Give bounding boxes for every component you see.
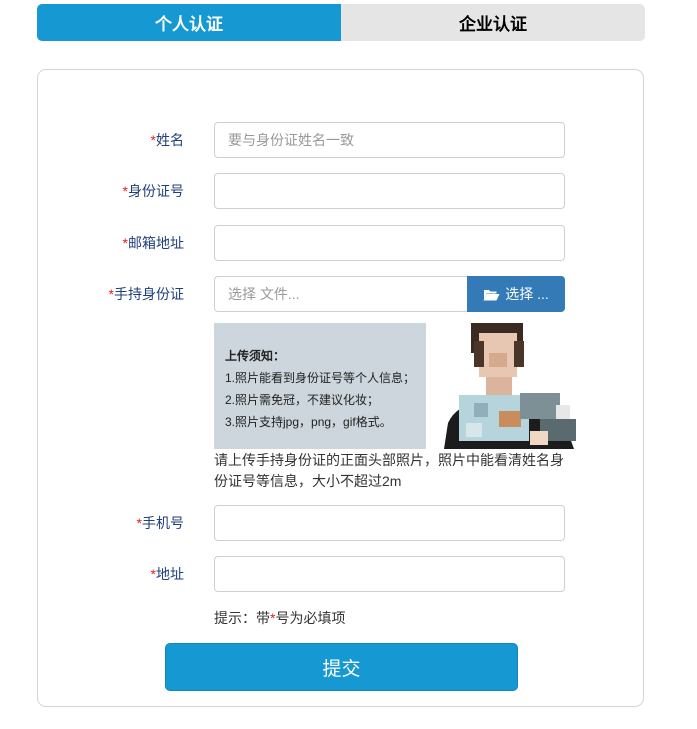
address-label: *地址 (151, 556, 184, 592)
photo-help-text: 请上传手持身份证的正面头部照片，照片中能看清姓名身份证号等信息，大小不超过2m (214, 452, 564, 489)
address-row: *地址 (38, 556, 643, 592)
sample-id-photo (444, 323, 576, 449)
phone-label: *手机号 (137, 505, 184, 541)
folder-open-icon (483, 289, 500, 300)
file-name-display[interactable]: 选择 文件... (214, 276, 467, 312)
id-number-label: *身份证号 (123, 173, 184, 209)
phone-label-text: 手机号 (142, 515, 184, 531)
address-label-text: 地址 (156, 566, 184, 582)
upload-notice: 上传须知： 1.照片能看到身份证号等个人信息； 2.照片需免冠，不建议化妆； 3… (214, 323, 426, 449)
auth-type-tabs: 个人认证 企业认证 (37, 4, 645, 41)
id-number-row: *身份证号 (38, 173, 643, 209)
upload-notice-line: 1.照片能看到身份证号等个人信息； (225, 371, 416, 385)
id-photo-row: *手持身份证 选择 文件... 选择 ... (38, 276, 643, 312)
email-label: *邮箱地址 (123, 225, 184, 261)
id-number-label-text: 身份证号 (128, 183, 184, 199)
required-hint: 提示：带*号为必填项 (214, 608, 345, 628)
choose-file-button[interactable]: 选择 ... (467, 276, 565, 312)
tab-personal[interactable]: 个人认证 (37, 4, 341, 41)
phone-row: *手机号 (38, 505, 643, 541)
email-input[interactable] (214, 225, 565, 261)
name-label-text: 姓名 (156, 132, 184, 148)
upload-notice-line: 3.照片支持jpg，png，gif格式。 (225, 415, 392, 429)
upload-notice-line: 2.照片需免冠，不建议化妆； (225, 393, 380, 407)
id-photo-label: *手持身份证 (109, 276, 184, 312)
tab-enterprise[interactable]: 企业认证 (341, 4, 645, 41)
email-label-text: 邮箱地址 (128, 235, 184, 251)
id-number-input[interactable] (214, 173, 565, 209)
hint-suffix: 号为必填项 (275, 610, 346, 626)
phone-input[interactable] (214, 505, 565, 541)
hint-prefix: 提示：带 (214, 610, 270, 626)
upload-notice-title: 上传须知： (225, 349, 286, 363)
choose-file-label: 选择 ... (505, 286, 549, 302)
verification-form: *姓名 *身份证号 *邮箱地址 *手持身份证 选择 文件... 选择 ... 上… (37, 69, 644, 707)
submit-button[interactable]: 提交 (165, 643, 518, 691)
address-input[interactable] (214, 556, 565, 592)
name-label: *姓名 (151, 122, 184, 158)
name-row: *姓名 (38, 122, 643, 158)
email-row: *邮箱地址 (38, 225, 643, 261)
name-input[interactable] (214, 122, 565, 158)
id-photo-label-text: 手持身份证 (114, 286, 184, 302)
